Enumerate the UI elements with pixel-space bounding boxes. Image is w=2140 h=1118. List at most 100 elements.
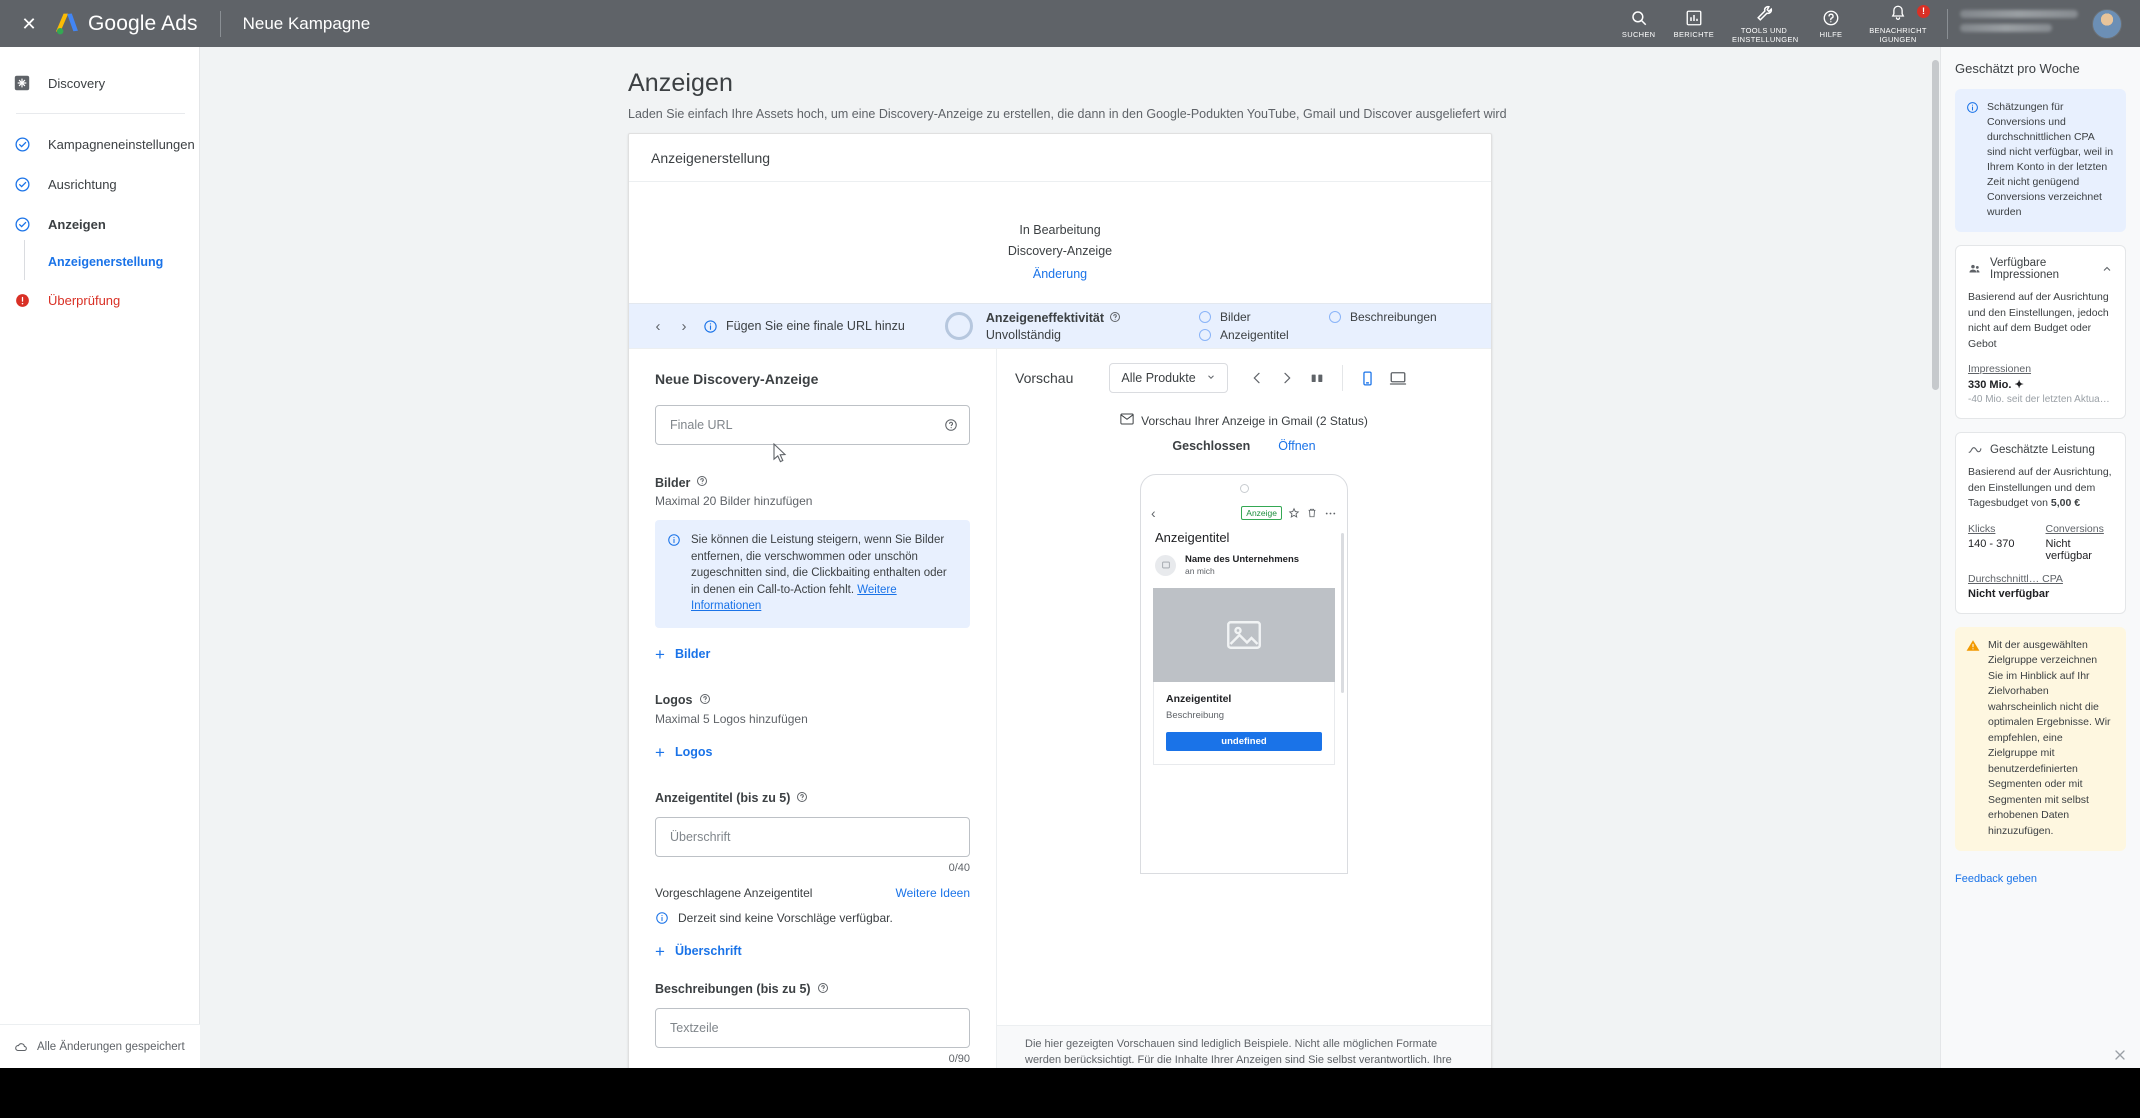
help-icon[interactable] (817, 982, 829, 997)
metric-label: Conversions (2045, 522, 2104, 535)
logos-section-label: Logos (655, 693, 970, 708)
sender-avatar-icon (1155, 554, 1176, 576)
add-headline-button[interactable]: + Überschrift (655, 943, 970, 960)
description-input[interactable]: Textzeile (655, 1007, 970, 1048)
impressions-card-header: Verfügbare Impressionen (1968, 257, 2113, 281)
check-circle-icon (14, 176, 34, 193)
sidebar-subitem-anzeigenerstellung[interactable]: Anzeigenerstellung (0, 240, 199, 280)
help-icon[interactable] (1109, 311, 1121, 326)
add-logos-button[interactable]: + Logos (655, 744, 970, 761)
sidebar-item-kampagneneinstellungen[interactable]: Kampagneneinstellungen (0, 124, 199, 164)
plus-icon: + (655, 941, 665, 961)
warning-triangle-icon (1966, 639, 1980, 840)
card-body: Neue Discovery-Anzeige Finale URL Bilder… (629, 348, 1491, 1068)
search-button[interactable]: SUCHEN (1613, 0, 1665, 47)
daily-budget-value: 5,00 € (2050, 497, 2081, 509)
page-scrollbar-thumb[interactable] (1932, 60, 1939, 390)
split-view-button[interactable] (1302, 363, 1332, 393)
tools-settings-button[interactable]: TOOLS UND EINSTELLUNGEN (1723, 0, 1805, 47)
mail-icon (1120, 413, 1134, 428)
plus-icon: + (655, 644, 665, 664)
back-arrow-icon[interactable]: ‹ (1151, 505, 1156, 521)
cloud-saved-icon (14, 1040, 28, 1054)
preview-caption-text: Vorschau Ihrer Anzeige in Gmail (2 Statu… (1141, 413, 1368, 428)
avatar[interactable] (2092, 8, 2122, 39)
circle-outline-icon (1199, 329, 1211, 341)
sidebar-item-discovery[interactable]: Discovery (0, 63, 199, 103)
help-icon[interactable] (796, 791, 808, 806)
more-ideas-link[interactable]: Weitere Ideen (896, 886, 971, 900)
error-circle-icon (14, 292, 34, 309)
effectiveness-checklist: Bilder Beschreibungen Anzeigentitel (1199, 310, 1469, 342)
tab-geschlossen[interactable]: Geschlossen (1172, 439, 1250, 453)
change-link[interactable]: Änderung (1033, 267, 1087, 281)
ad-badge: Anzeige (1241, 506, 1282, 520)
preview-cta-button[interactable]: undefined (1166, 732, 1322, 751)
mobile-view-button[interactable] (1353, 363, 1383, 393)
help-icon[interactable] (699, 693, 711, 708)
preview-state-tabs: Geschlossen Öffnen (997, 439, 1491, 453)
check-anzeigentitel: Anzeigentitel (1199, 328, 1307, 342)
chevron-up-icon[interactable] (2101, 263, 2113, 275)
headlines-section-label: Anzeigentitel (bis zu 5) (655, 791, 970, 806)
sidebar-item-ueberpruefung[interactable]: Überprüfung (0, 280, 199, 320)
performance-card: Geschätzte Leistung Basierend auf der Au… (1955, 432, 2126, 614)
notifications-label: BENACHRICHT IGUNGEN (1869, 25, 1927, 44)
sender-recipient: an mich (1185, 566, 1215, 576)
search-icon (1630, 8, 1648, 27)
next-hint-button[interactable]: › (671, 313, 697, 339)
add-images-button[interactable]: + Bilder (655, 646, 970, 663)
trend-line-icon (1968, 444, 1982, 456)
performance-card-description: Basierend auf der Ausrichtung, den Einst… (1968, 465, 2113, 512)
notifications-button[interactable]: ! BENACHRICHT IGUNGEN (1857, 0, 1939, 47)
effectiveness-ring (944, 312, 973, 340)
account-divider (1947, 8, 1948, 39)
feedback-link[interactable]: Feedback geben (1955, 873, 2126, 885)
in-progress-block: In Bearbeitung Discovery-Anzeige Änderun… (629, 182, 1491, 303)
product-filter-dropdown[interactable]: Alle Produkte (1109, 363, 1228, 393)
impressions-metric-value: 330 Mio. ✦ (1968, 379, 2024, 391)
chevron-down-icon (1206, 371, 1216, 385)
headline-input[interactable]: Überschrift (655, 816, 970, 857)
sidebar-item-anzeigen[interactable]: Anzeigen (0, 204, 199, 244)
close-corner-icon[interactable] (2112, 1047, 2128, 1066)
images-info-text: Sie können die Leistung steigern, wenn S… (691, 534, 947, 596)
star-icon[interactable] (1288, 507, 1300, 519)
trash-icon[interactable] (1306, 507, 1318, 519)
headline-counter: 0/40 (948, 861, 970, 874)
help-icon[interactable] (696, 475, 708, 490)
add-headline-label: Überschrift (674, 944, 742, 958)
metric-label: Durchschnittl… CPA (1968, 572, 2063, 585)
account-info-redacted (1960, 9, 2078, 38)
images-hint: Maximal 20 Bilder hinzufügen (655, 494, 813, 508)
preview-toolbar: Vorschau Alle Produkte (997, 349, 1491, 393)
logos-label-text: Logos (655, 693, 693, 707)
tab-offnen[interactable]: Öffnen (1278, 439, 1315, 453)
preview-title: Vorschau (1015, 370, 1074, 386)
phone-scrollbar[interactable] (1341, 533, 1344, 693)
preview-next-button[interactable] (1272, 363, 1302, 393)
sender-name: Name des Unternehmens (1185, 554, 1300, 565)
desktop-view-button[interactable] (1383, 363, 1413, 393)
main-canvas: Anzeigen Laden Sie einfach Ihre Assets h… (200, 47, 1940, 1068)
final-url-input[interactable]: Finale URL (655, 405, 970, 445)
phone-camera-icon (1239, 484, 1249, 493)
descriptions-section-label: Beschreibungen (bis zu 5) (655, 982, 970, 997)
sidebar-item-label: Anzeigen (48, 216, 106, 232)
reports-button[interactable]: BERICHTE (1665, 0, 1723, 47)
sidebar-item-ausrichtung[interactable]: Ausrichtung (0, 164, 199, 204)
save-status: Alle Änderungen gespeichert (0, 1024, 200, 1068)
mouse-cursor-icon (773, 442, 787, 466)
help-icon[interactable] (944, 418, 958, 432)
preview-prev-button[interactable] (1242, 363, 1272, 393)
close-button[interactable]: ✕ (18, 13, 40, 35)
check-circle-icon (14, 136, 34, 153)
more-options-icon[interactable] (1324, 507, 1337, 520)
help-button[interactable]: HILFE (1805, 0, 1857, 47)
bar-chart-icon (1685, 8, 1703, 27)
descriptions-label-text: Beschreibungen (bis zu 5) (655, 982, 811, 996)
check-label: Anzeigentitel (1220, 328, 1289, 342)
no-suggestions-text: Derzeit sind keine Vorschläge verfügbar. (678, 910, 893, 925)
prev-hint-button[interactable]: ‹ (645, 313, 671, 339)
discovery-icon (14, 75, 34, 91)
